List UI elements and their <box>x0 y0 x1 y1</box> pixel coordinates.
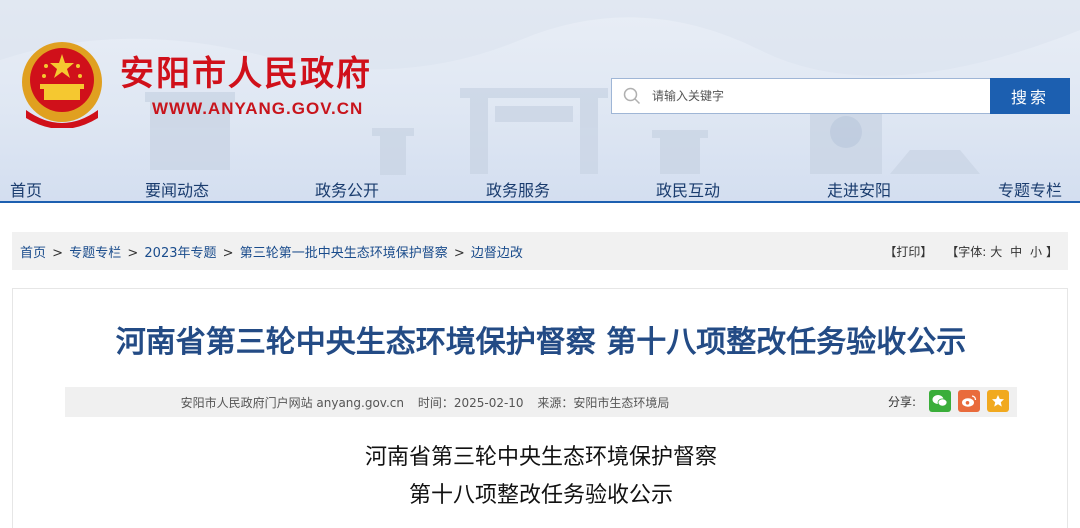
breadcrumb-link-2023[interactable]: 2023年专题 <box>144 246 216 261</box>
main-nav: 首页 要闻动态 政务公开 政务服务 政民互动 走进安阳 专题专栏 <box>0 174 1080 203</box>
weibo-share-icon[interactable] <box>958 390 980 412</box>
body-title-line-2: 第十八项整改任务验收公示 <box>408 483 673 508</box>
font-size-close: 】 <box>1045 245 1058 259</box>
font-small-button[interactable]: 小 <box>1030 245 1042 259</box>
nav-item-gov-services[interactable]: 政务服务 <box>486 177 550 201</box>
breadcrumb-separator: > <box>52 246 64 261</box>
font-medium-button[interactable]: 中 <box>1010 245 1022 259</box>
breadcrumb-link-rectify[interactable]: 边督边改 <box>471 246 523 261</box>
nav-item-about-anyang[interactable]: 走进安阳 <box>827 177 891 201</box>
page-tools: 【打印】 【字体: 大 中 小】 <box>880 243 1058 260</box>
breadcrumb-link-home[interactable]: 首页 <box>20 246 46 261</box>
breadcrumb-link-topics[interactable]: 专题专栏 <box>69 246 121 261</box>
search-box <box>611 78 991 114</box>
search-input[interactable] <box>652 89 972 103</box>
breadcrumb-separator: > <box>127 246 139 261</box>
article-panel: 河南省第三轮中央生态环境保护督察 第十八项整改任务验收公示 安阳市人民政府门户网… <box>12 288 1068 528</box>
nav-item-gov-affairs[interactable]: 政务公开 <box>315 177 379 201</box>
favorite-share-icon[interactable] <box>987 390 1009 412</box>
meta-source-site: 安阳市人民政府门户网站 anyang.gov.cn <box>180 396 404 410</box>
breadcrumb-bar: 首页 > 专题专栏 > 2023年专题 > 第三轮第一批中央生态环境保护督察 >… <box>12 232 1068 270</box>
article-meta-bar: 安阳市人民政府门户网站 anyang.gov.cn 时间：2025-02-10 … <box>65 387 1017 417</box>
nav-item-news[interactable]: 要闻动态 <box>145 177 209 201</box>
site-title: 安阳市人民政府 <box>120 54 372 94</box>
meta-origin: 来源：安阳市生态环境局 <box>537 396 670 410</box>
article-meta: 安阳市人民政府门户网站 anyang.gov.cn 时间：2025-02-10 … <box>65 394 785 411</box>
breadcrumb: 首页 > 专题专栏 > 2023年专题 > 第三轮第一批中央生态环境保护督察 >… <box>20 242 523 261</box>
nav-item-topics[interactable]: 专题专栏 <box>998 177 1062 201</box>
meta-time: 时间：2025-02-10 <box>417 396 524 410</box>
font-large-button[interactable]: 大 <box>990 245 1002 259</box>
breadcrumb-separator: > <box>222 246 234 261</box>
breadcrumb-link-inspection[interactable]: 第三轮第一批中央生态环境保护督察 <box>240 246 448 261</box>
print-button[interactable]: 【打印】 <box>884 245 932 259</box>
share-bar: 分享: <box>888 390 1009 412</box>
nav-item-interaction[interactable]: 政民互动 <box>656 177 720 201</box>
nav-item-home[interactable]: 首页 <box>10 177 42 201</box>
search-button[interactable]: 搜索 <box>990 78 1070 114</box>
national-emblem-icon <box>22 42 102 128</box>
site-url: WWW.ANYANG.GOV.CN <box>152 99 364 118</box>
article-title: 河南省第三轮中央生态环境保护督察 第十八项整改任务验收公示 <box>115 325 967 360</box>
body-title-line-1: 河南省第三轮中央生态环境保护督察 <box>364 445 717 470</box>
wechat-share-icon[interactable] <box>929 390 951 412</box>
site-header: 安阳市人民政府 WWW.ANYANG.GOV.CN 搜索 首页 要闻动态 政务公… <box>0 0 1080 203</box>
breadcrumb-separator: > <box>453 246 465 261</box>
share-label: 分享: <box>887 394 916 409</box>
font-size-label: 【字体: <box>946 245 987 259</box>
search-icon <box>612 79 652 113</box>
